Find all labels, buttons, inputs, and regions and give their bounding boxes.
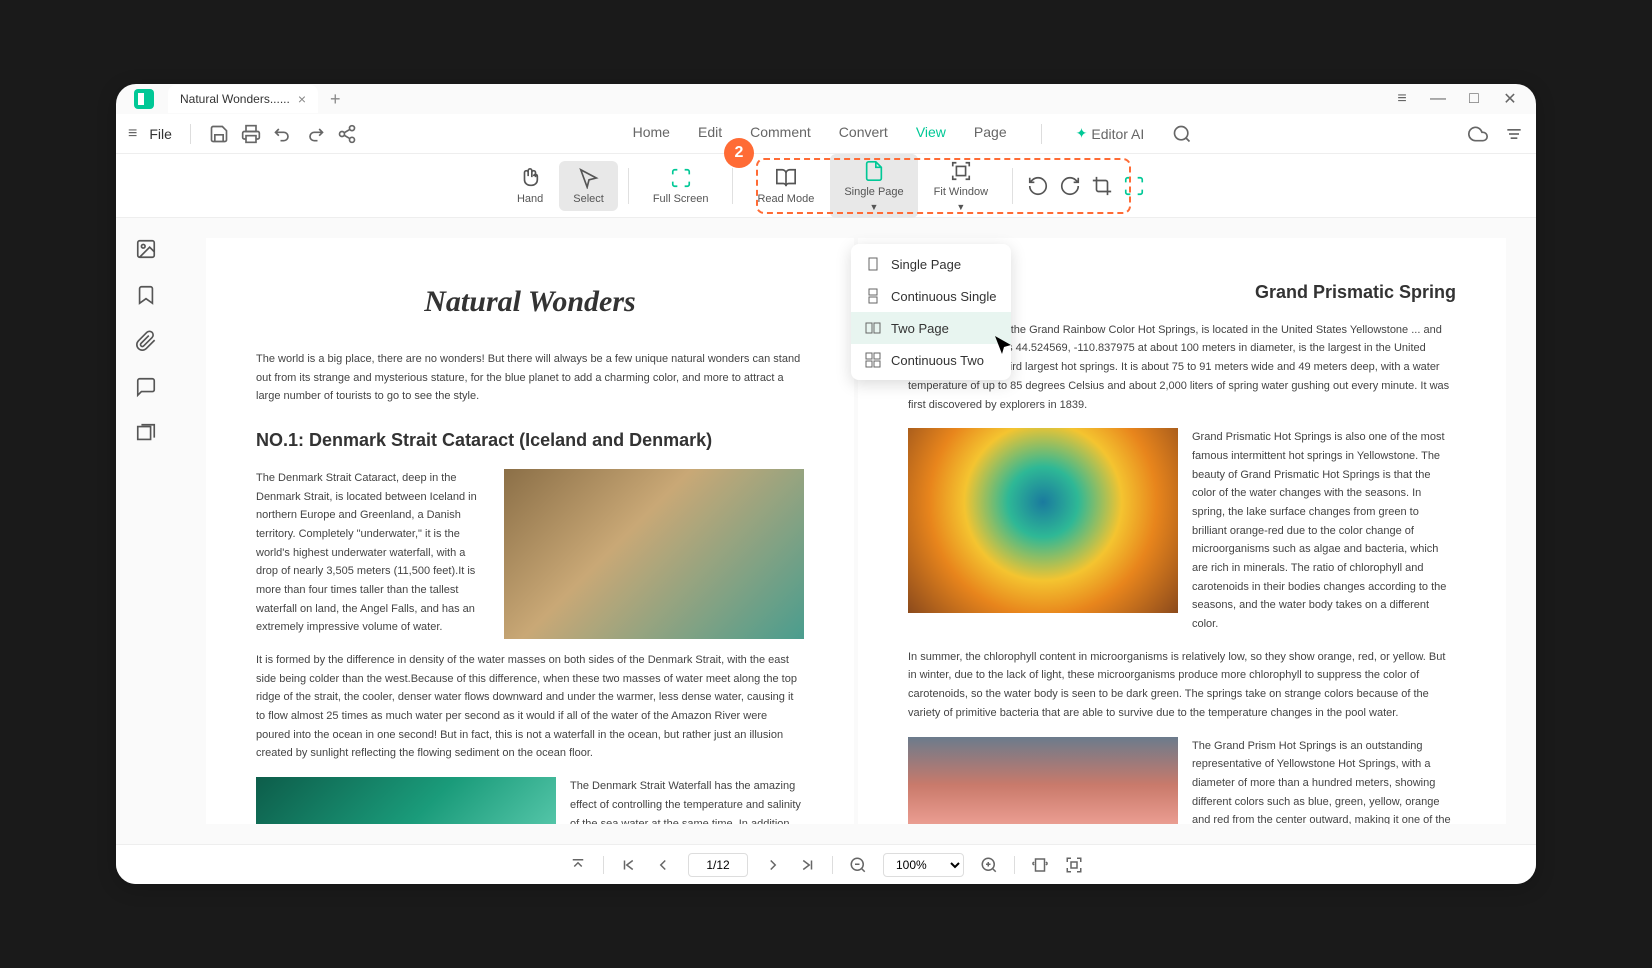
tab-title: Natural Wonders......	[180, 92, 290, 106]
page-icon	[863, 160, 885, 182]
fit-page-icon[interactable]	[1065, 856, 1083, 874]
menu-view[interactable]: View	[916, 124, 946, 144]
menu-page[interactable]: Page	[974, 124, 1007, 144]
fit-icon	[950, 160, 972, 182]
menu-editor-ai[interactable]: ✦ Editor AI	[1076, 124, 1145, 144]
thumbnails-icon[interactable]	[135, 238, 157, 260]
section-heading: NO.1: Denmark Strait Cataract (Iceland a…	[256, 426, 804, 455]
hand-icon	[519, 167, 541, 189]
page-layout-dropdown: Single Page Continuous Single Two Page C…	[851, 244, 1011, 380]
expand-icon	[1123, 175, 1145, 197]
intro-paragraph: The world is a big place, there are no w…	[256, 350, 804, 406]
next-page-icon[interactable]	[764, 856, 782, 874]
dropdown-two-page[interactable]: Two Page	[851, 312, 1011, 344]
first-page-icon[interactable]	[620, 856, 638, 874]
minimize-icon[interactable]: —	[1430, 91, 1446, 107]
document-tab[interactable]: Natural Wonders...... ×	[168, 85, 318, 113]
layers-icon[interactable]	[135, 422, 157, 444]
cloud-icon[interactable]	[1468, 124, 1488, 144]
undo-icon[interactable]	[273, 124, 293, 144]
fit-width-icon[interactable]	[1031, 856, 1049, 874]
attachment-icon[interactable]	[135, 330, 157, 352]
zoom-select[interactable]: 100%	[883, 853, 964, 877]
file-menu[interactable]: File	[149, 126, 172, 142]
cursor-pointer-icon	[991, 334, 1015, 365]
zoom-out-icon[interactable]	[849, 856, 867, 874]
comments-icon[interactable]	[135, 376, 157, 398]
last-page-icon[interactable]	[798, 856, 816, 874]
fullscreen-tool[interactable]: Full Screen	[639, 161, 723, 211]
two-page-icon	[865, 320, 881, 336]
single-page-icon	[865, 256, 881, 272]
menu-convert[interactable]: Convert	[839, 124, 888, 144]
hand-tool[interactable]: Hand	[503, 161, 557, 211]
left-sidebar	[116, 218, 176, 844]
rotate-left-icon	[1027, 175, 1049, 197]
prismatic-spring-image	[908, 428, 1178, 613]
expand-tool[interactable]	[1119, 169, 1149, 203]
singlepage-tool[interactable]: Single Page ▼	[830, 154, 917, 218]
rotate-right-icon	[1059, 175, 1081, 197]
redo-icon[interactable]	[305, 124, 325, 144]
app-logo	[134, 89, 154, 109]
add-tab-button[interactable]: +	[330, 89, 341, 110]
paragraph: It is formed by the difference in densit…	[256, 651, 804, 763]
page-title: Natural Wonders	[256, 278, 804, 326]
close-tab-icon[interactable]: ×	[298, 91, 306, 107]
page-number-input[interactable]	[688, 853, 748, 877]
zoom-in-icon[interactable]	[980, 856, 998, 874]
dropdown-single-page[interactable]: Single Page	[851, 248, 1011, 280]
denmark-strait-image	[504, 469, 804, 639]
select-tool[interactable]: Select	[559, 161, 618, 211]
titlebar: Natural Wonders...... × + ≡ — □ ✕	[116, 84, 1536, 114]
cursor-icon	[578, 167, 600, 189]
view-toolbar: Hand Select Full Screen Read Mode Single…	[116, 154, 1536, 218]
crop-icon	[1091, 175, 1113, 197]
menubar: ≡ File Home Edit Comment Convert View Pa…	[116, 114, 1536, 154]
readmode-tool[interactable]: Read Mode	[743, 161, 828, 211]
menu-edit[interactable]: Edit	[698, 124, 722, 144]
paragraph: In summer, the chlorophyll content in mi…	[908, 648, 1456, 723]
page-1: Natural Wonders The world is a big place…	[206, 238, 854, 824]
book-icon	[775, 167, 797, 189]
prev-page-icon[interactable]	[654, 856, 672, 874]
print-icon[interactable]	[241, 124, 261, 144]
search-icon[interactable]	[1172, 124, 1192, 144]
ocean-image	[256, 777, 556, 824]
bookmark-icon[interactable]	[135, 284, 157, 306]
menu-comment[interactable]: Comment	[750, 124, 811, 144]
menu-home[interactable]: Home	[633, 124, 670, 144]
fullscreen-icon	[670, 167, 692, 189]
annotation-badge: 2	[724, 138, 754, 168]
rotate-left-tool[interactable]	[1023, 169, 1053, 203]
sparkle-icon: ✦	[1076, 125, 1088, 142]
continuous-two-icon	[865, 352, 881, 368]
crop-tool[interactable]	[1087, 169, 1117, 203]
save-icon[interactable]	[209, 124, 229, 144]
close-window-icon[interactable]: ✕	[1502, 91, 1518, 107]
fitwindow-tool[interactable]: Fit Window ▼	[920, 154, 1002, 218]
dropdown-continuous-single[interactable]: Continuous Single	[851, 280, 1011, 312]
maximize-icon[interactable]: □	[1466, 91, 1482, 107]
hamburger-icon[interactable]: ≡	[1394, 91, 1410, 107]
settings-lines-icon[interactable]	[1504, 124, 1524, 144]
continuous-single-icon	[865, 288, 881, 304]
bottom-toolbar: 100%	[116, 844, 1536, 884]
rotate-right-tool[interactable]	[1055, 169, 1085, 203]
dropdown-continuous-two[interactable]: Continuous Two	[851, 344, 1011, 376]
share-icon[interactable]	[337, 124, 357, 144]
menu-icon[interactable]: ≡	[128, 125, 137, 143]
hot-springs-image	[908, 737, 1178, 824]
scroll-top-icon[interactable]	[569, 856, 587, 874]
